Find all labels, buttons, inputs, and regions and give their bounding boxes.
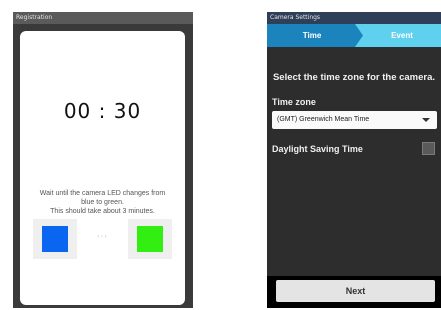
timezone-prompt: Select the time zone for the camera.: [272, 72, 436, 83]
dst-checkbox[interactable]: [422, 142, 435, 155]
arrow-icon: › › ›: [97, 234, 107, 240]
camera-settings-screen: Camera Settings Time Event Select the ti…: [267, 12, 441, 308]
dst-label: Daylight Saving Time: [272, 144, 363, 154]
wait-line-2: blue to green.: [81, 199, 124, 206]
wait-line-3: This should take about 3 minutes.: [50, 208, 155, 215]
blue-led-icon: [42, 226, 68, 252]
step-time-label: Time: [302, 31, 322, 40]
dropdown-caret-icon: [422, 118, 430, 122]
next-button[interactable]: Next: [276, 280, 435, 302]
wait-line-1: Wait until the camera LED changes from: [39, 190, 166, 197]
registration-title: Registration: [13, 12, 193, 24]
registration-card: 00 : 30 Wait until the camera LED change…: [20, 31, 185, 305]
timezone-select[interactable]: (GMT) Greenwich Mean Time: [272, 111, 437, 129]
step-indicator: Time Event: [267, 24, 441, 47]
countdown-timer: 00 : 30: [63, 99, 142, 123]
step-event-label: Event: [391, 31, 413, 40]
green-led-icon: [137, 226, 163, 252]
footer-bar: Next: [267, 276, 441, 308]
wait-instructions: Wait until the camera LED changes from b…: [24, 189, 181, 216]
timezone-value: (GMT) Greenwich Mean Time: [277, 116, 370, 123]
green-led-tile: [128, 219, 172, 259]
blue-led-tile: [33, 219, 77, 259]
camera-settings-title: Camera Settings: [267, 12, 441, 24]
timezone-label: Time zone: [272, 97, 316, 107]
registration-screen: Registration 00 : 30 Wait until the came…: [13, 12, 193, 308]
